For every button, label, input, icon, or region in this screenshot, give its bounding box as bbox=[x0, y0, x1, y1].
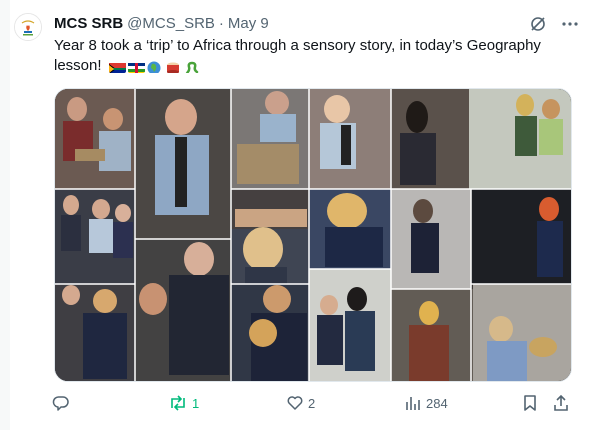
reply-icon bbox=[52, 396, 69, 411]
tweet-card[interactable]: MCS SRB @MCS_SRB · May 9 Year 8 took a ‘… bbox=[0, 0, 609, 430]
author-handle[interactable]: @MCS_SRB bbox=[127, 15, 215, 32]
share-icon bbox=[554, 394, 568, 411]
separator-dot: · bbox=[218, 14, 224, 32]
snake-emoji bbox=[185, 61, 202, 73]
school-logo-icon bbox=[15, 14, 41, 40]
collage-image bbox=[55, 89, 571, 381]
top-actions bbox=[527, 13, 581, 35]
like-icon bbox=[287, 396, 303, 410]
photo-collage[interactable] bbox=[54, 88, 572, 382]
bookmark-button[interactable] bbox=[522, 392, 538, 414]
tweet-actions: 1 2 284 bbox=[52, 392, 572, 414]
share-button[interactable] bbox=[552, 392, 570, 414]
retweet-button[interactable]: 1 bbox=[168, 392, 199, 414]
author-name[interactable]: MCS SRB bbox=[54, 15, 123, 32]
bookmark-icon bbox=[524, 395, 536, 411]
tweet-date[interactable]: May 9 bbox=[228, 15, 269, 32]
south-africa-flag bbox=[108, 61, 126, 73]
central-african-republic-flag bbox=[127, 61, 145, 73]
tweet-text: Year 8 took a ‘trip’ to Africa through a… bbox=[54, 36, 574, 76]
avatar[interactable] bbox=[14, 13, 42, 41]
tweet-header: MCS SRB @MCS_SRB · May 9 bbox=[54, 14, 269, 32]
grok-icon[interactable] bbox=[527, 13, 549, 35]
retweet-icon bbox=[171, 395, 185, 411]
timeline-rail bbox=[0, 0, 10, 430]
like-button[interactable]: 2 bbox=[286, 392, 315, 414]
emoji-row bbox=[108, 61, 202, 73]
reply-button[interactable] bbox=[52, 392, 74, 414]
views-button[interactable]: 284 bbox=[404, 392, 448, 414]
like-count: 2 bbox=[308, 395, 316, 411]
retweet-count: 1 bbox=[192, 395, 200, 411]
views-count: 284 bbox=[426, 395, 448, 411]
views-icon bbox=[406, 397, 420, 410]
drum-emoji bbox=[166, 61, 183, 73]
more-icon[interactable] bbox=[559, 13, 581, 35]
globe-africa-emoji bbox=[147, 61, 164, 73]
